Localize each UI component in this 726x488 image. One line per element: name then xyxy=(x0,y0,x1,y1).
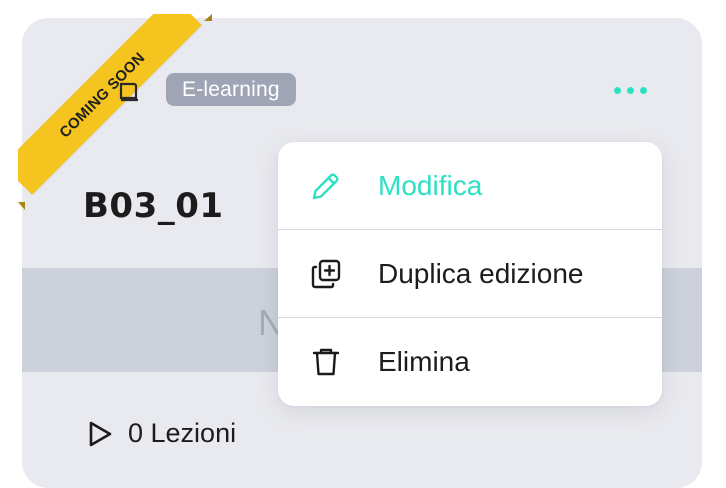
menu-item-edit[interactable]: Modifica xyxy=(278,142,662,229)
menu-item-label: Modifica xyxy=(378,169,483,201)
menu-item-label: Elimina xyxy=(378,345,470,377)
book-icon xyxy=(119,82,138,102)
play-icon xyxy=(89,421,112,446)
menu-item-duplicate[interactable]: Duplica edizione xyxy=(278,230,662,317)
trash-icon xyxy=(312,348,340,376)
lessons-label: 0 Lezioni xyxy=(128,418,237,448)
course-title: B03_01 xyxy=(83,186,224,226)
options-dropdown-menu: Modifica Duplica edizione Elimina xyxy=(278,142,662,406)
menu-item-label: Duplica edizione xyxy=(378,257,584,289)
duplicate-icon xyxy=(311,259,341,289)
more-dots-icon xyxy=(626,86,634,94)
course-type-badge: E-learning xyxy=(166,73,296,106)
ribbon-fold-left xyxy=(18,202,25,210)
menu-item-delete[interactable]: Elimina xyxy=(278,318,662,405)
more-dots-icon xyxy=(639,86,647,94)
more-dots-icon xyxy=(613,86,621,94)
pencil-icon xyxy=(312,173,339,200)
ribbon-fold-top xyxy=(204,14,212,21)
lessons-count: 0 Lezioni xyxy=(86,418,236,449)
more-options-button[interactable] xyxy=(606,76,654,104)
